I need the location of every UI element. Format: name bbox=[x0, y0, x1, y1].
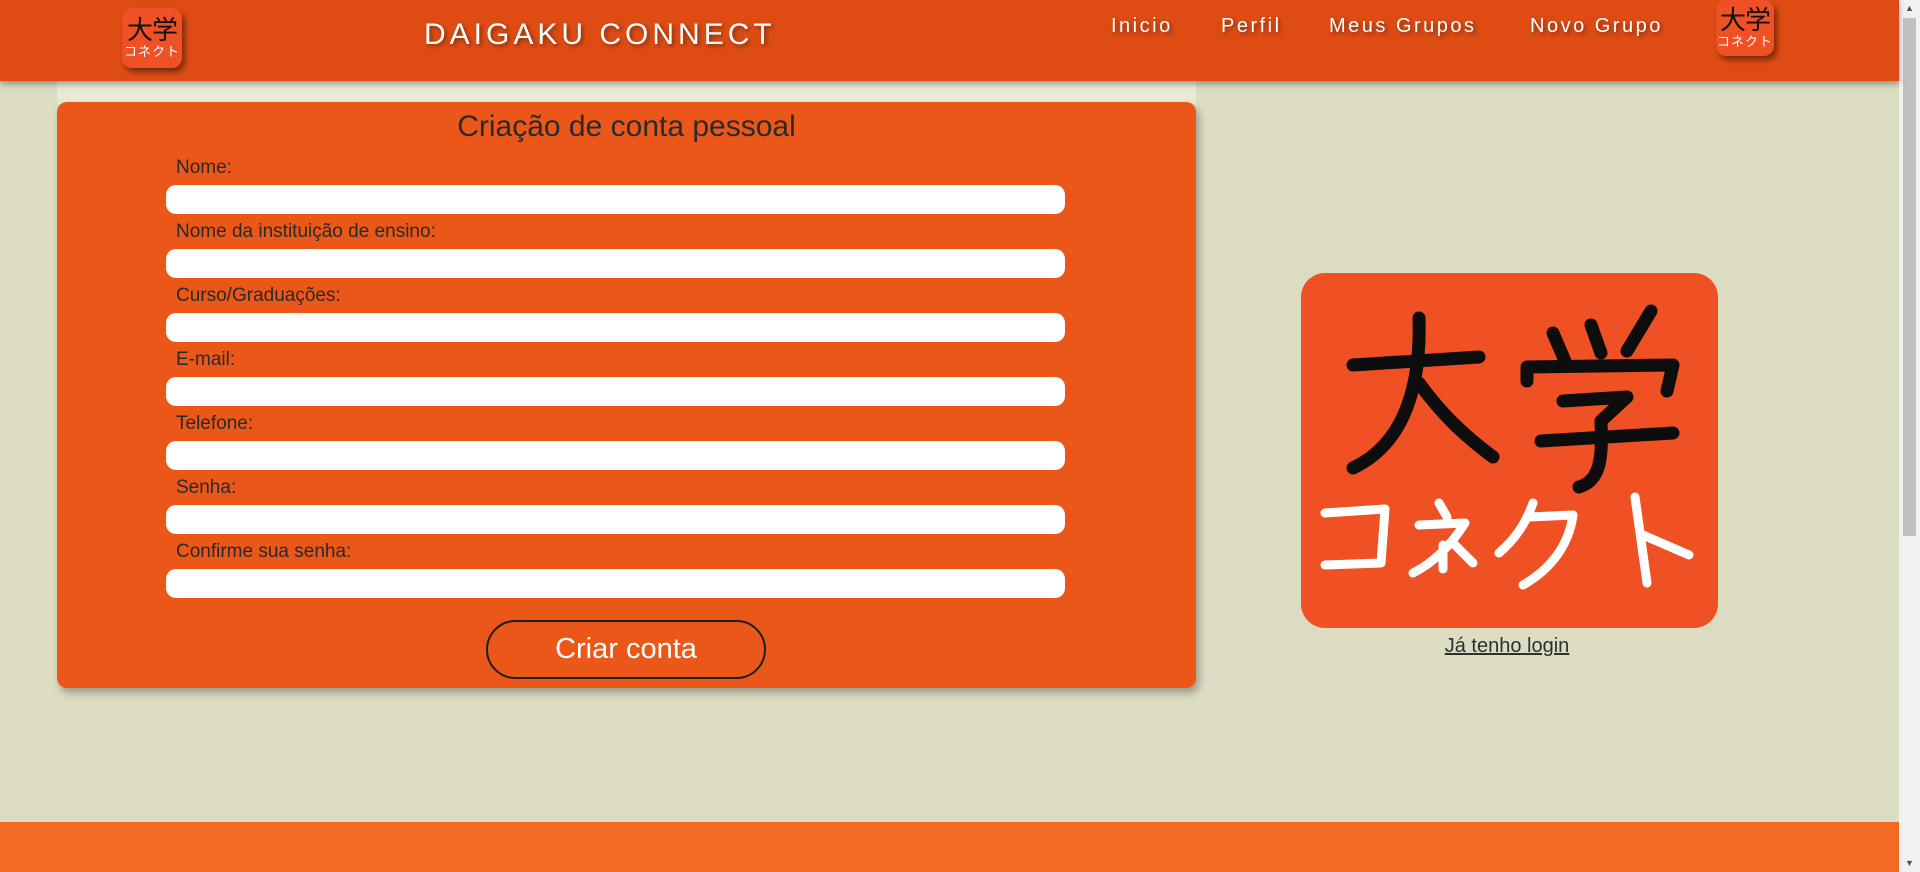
vertical-scrollbar[interactable]: ▲ ▼ bbox=[1899, 0, 1920, 872]
scrollbar-thumb[interactable] bbox=[1903, 18, 1916, 536]
email-label: E-mail: bbox=[176, 349, 236, 370]
confirm-password-label: Confirme sua senha: bbox=[176, 541, 352, 562]
institution-field[interactable] bbox=[166, 249, 1065, 278]
header-logo-right[interactable]: 大学 コネクト bbox=[1716, 0, 1774, 56]
course-field[interactable] bbox=[166, 313, 1065, 342]
nav-item-novo-grupo[interactable]: Novo Grupo bbox=[1530, 15, 1663, 38]
site-brand-title: DAIGAKU CONNECT bbox=[424, 18, 776, 51]
already-have-login-link[interactable]: Já tenho login bbox=[1301, 635, 1713, 658]
name-field[interactable] bbox=[166, 185, 1065, 214]
logo-kana-text: コネクト bbox=[123, 44, 180, 60]
logo-kana-text: コネクト bbox=[1716, 34, 1773, 50]
create-account-button[interactable]: Criar conta bbox=[486, 620, 766, 679]
header-logo-left[interactable]: 大学 コネクト bbox=[122, 8, 182, 68]
daigaku-connect-logo bbox=[1301, 273, 1718, 628]
nav-item-inicio[interactable]: Inicio bbox=[1111, 15, 1173, 38]
confirm-password-field[interactable] bbox=[166, 569, 1065, 598]
name-label: Nome: bbox=[176, 157, 232, 178]
form-title: Criação de conta pessoal bbox=[457, 110, 796, 143]
logo-kanji-text: 大学 bbox=[1719, 5, 1771, 36]
signup-form-card: Criação de conta pessoal Nome: Nome da i… bbox=[57, 102, 1196, 688]
phone-label: Telefone: bbox=[176, 413, 254, 434]
card-top-strip bbox=[57, 78, 1196, 104]
scroll-up-icon[interactable]: ▲ bbox=[1899, 0, 1920, 17]
password-label: Senha: bbox=[176, 477, 237, 498]
top-navigation-bar: 大学 コネクト DAIGAKU CONNECT Inicio Perfil Me… bbox=[0, 0, 1899, 81]
page-footer bbox=[0, 822, 1899, 872]
email-field[interactable] bbox=[166, 377, 1065, 406]
institution-label: Nome da instituição de ensino: bbox=[176, 221, 436, 242]
course-label: Curso/Graduações: bbox=[176, 285, 341, 306]
logo-kanji-text: 大学 bbox=[126, 15, 178, 46]
nav-item-meus-grupos[interactable]: Meus Grupos bbox=[1329, 15, 1477, 38]
phone-field[interactable] bbox=[166, 441, 1065, 470]
password-field[interactable] bbox=[166, 505, 1065, 534]
nav-item-perfil[interactable]: Perfil bbox=[1221, 15, 1282, 38]
scroll-down-icon[interactable]: ▼ bbox=[1899, 855, 1920, 872]
